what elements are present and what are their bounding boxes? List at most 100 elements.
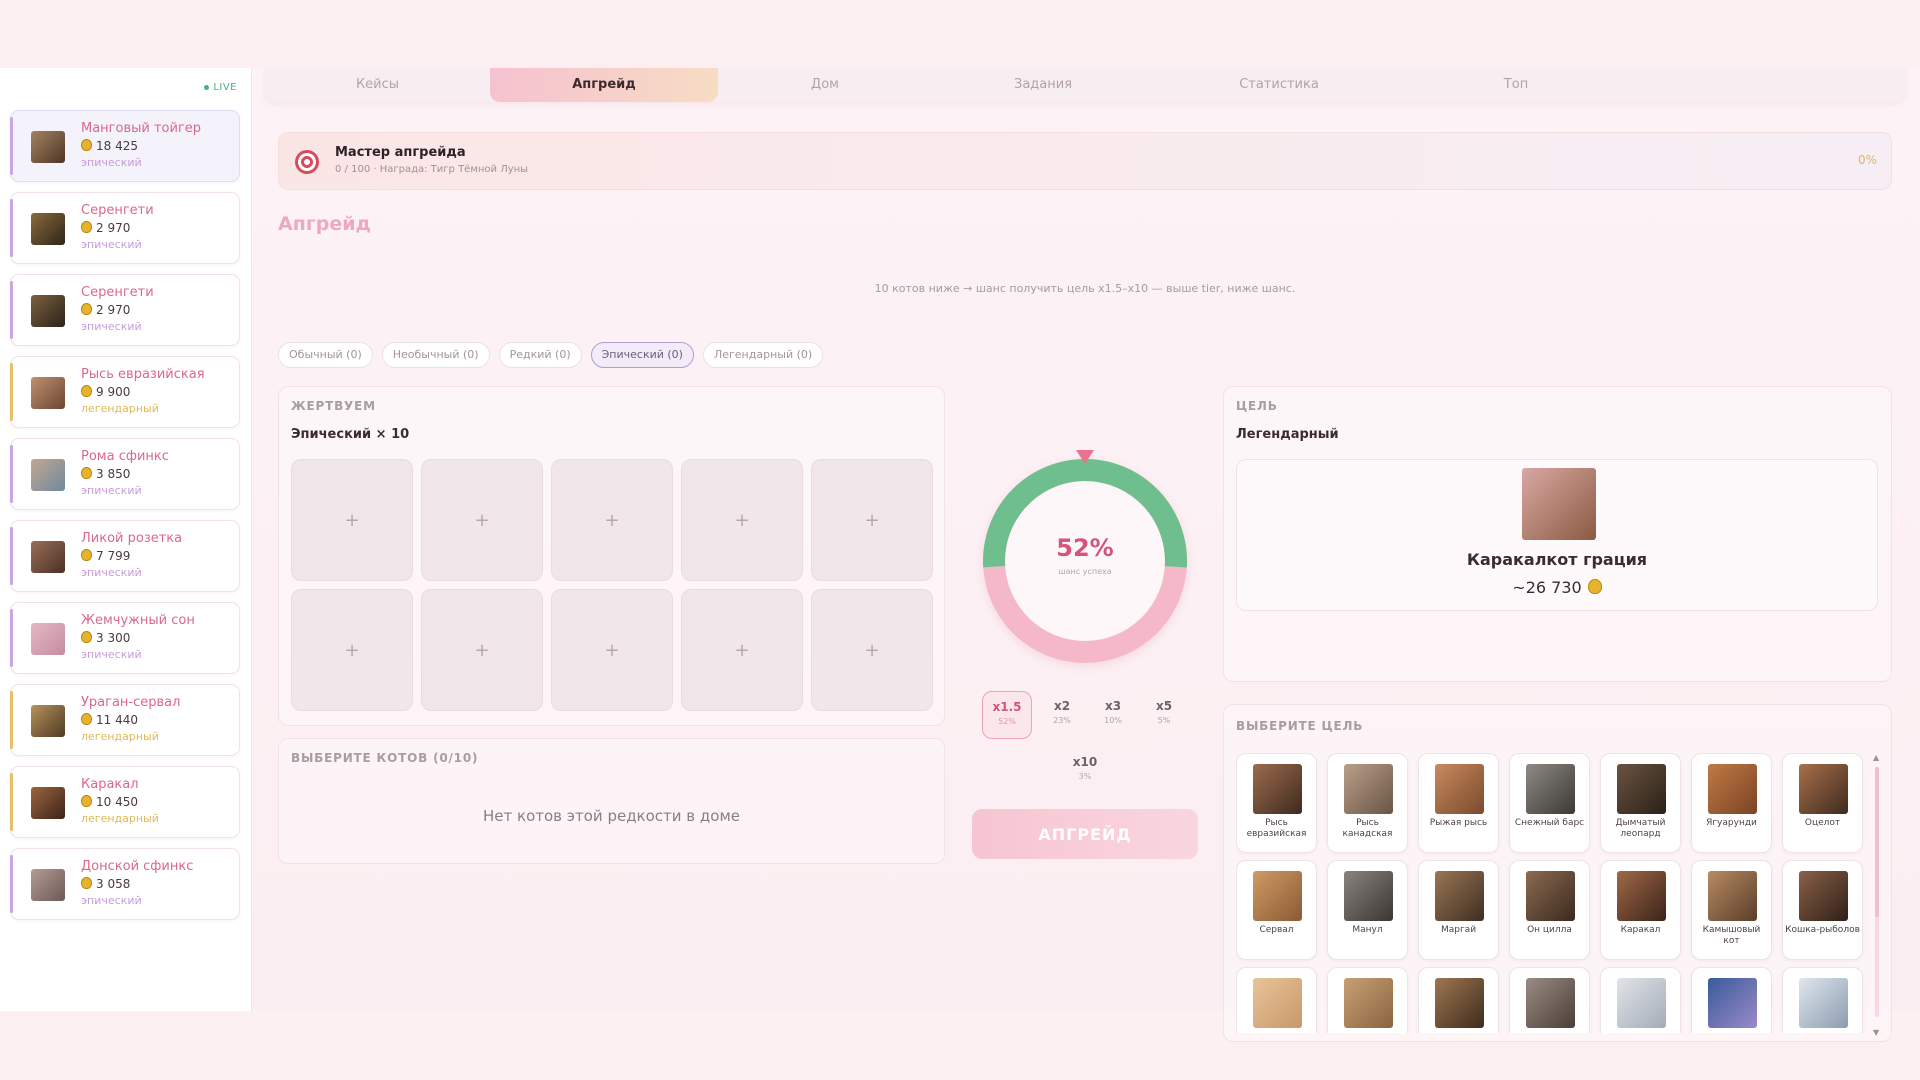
target-cat-tile[interactable] — [1691, 967, 1772, 1033]
target-cat-tile[interactable]: Рысь канадская — [1327, 753, 1408, 853]
feed-item-thumbnail — [31, 623, 65, 655]
multiplier-option[interactable]: x10 3% — [1060, 747, 1110, 795]
sacrifice-slot[interactable]: + — [681, 459, 803, 581]
feed-item[interactable]: Рома сфинкс 3 850 эпический — [10, 438, 240, 510]
multiplier-label: x10 — [1072, 755, 1098, 769]
target-cat-tile[interactable]: Каракал — [1600, 860, 1681, 960]
target-cat-tile[interactable]: Манул — [1327, 860, 1408, 960]
target-cat-image — [1526, 764, 1575, 814]
banner-title: Мастер апгрейда — [335, 145, 466, 160]
feed-item-price-value: 2 970 — [96, 221, 131, 235]
feed-item[interactable]: Рысь евразийская 9 900 легендарный — [10, 356, 240, 428]
target-cat-tile[interactable]: Оцелот — [1782, 753, 1863, 853]
rarity-chip[interactable]: Обычный (0) — [278, 342, 373, 368]
tab-3[interactable]: Задания — [932, 68, 1154, 102]
target-cat-image — [1435, 871, 1484, 921]
target-cat-tile[interactable]: Кошка-рыболов — [1782, 860, 1863, 960]
target-cat-name: Дымчатый леопард — [1615, 818, 1666, 839]
target-cat-image — [1799, 871, 1848, 921]
coin-icon — [81, 877, 92, 889]
coin-icon — [81, 467, 92, 479]
tab-0[interactable]: Кейсы — [265, 68, 490, 102]
target-cat-name: Камышовый кот — [1702, 925, 1761, 946]
rarity-chip[interactable]: Необычный (0) — [381, 342, 490, 368]
upgrade-button[interactable]: АПГРЕЙД — [972, 809, 1198, 859]
feed-item-price: 7 799 — [81, 547, 229, 565]
tab-1[interactable]: Апгрейд — [490, 68, 718, 102]
sacrifice-slot[interactable]: + — [551, 589, 673, 711]
target-cat-image — [1522, 468, 1596, 540]
multiplier-option[interactable]: x3 10% — [1088, 691, 1138, 739]
target-cat-tile[interactable]: Рысь евразийская — [1236, 753, 1317, 853]
target-cat-tile[interactable]: Он цилла — [1509, 860, 1590, 960]
live-dot-icon — [204, 84, 210, 90]
feed-item-price: 18 425 — [81, 137, 229, 155]
target-cat-image — [1435, 978, 1484, 1028]
sacrifice-slot[interactable]: + — [811, 459, 933, 581]
sacrifice-slot[interactable]: + — [551, 459, 673, 581]
target-cat-image — [1799, 978, 1848, 1028]
target-cat-tile[interactable]: Рыжая рысь — [1418, 753, 1499, 853]
target-card[interactable]: Каракалкот грация ~26 730 — [1236, 459, 1878, 611]
rarity-chip[interactable]: Легендарный (0) — [702, 342, 824, 368]
feed-item[interactable]: Серенгети 2 970 эпический — [10, 274, 240, 346]
target-cat-tile[interactable]: Маргай — [1418, 860, 1499, 960]
tab-4[interactable]: Статистика — [1154, 68, 1404, 102]
feed-item-price: 11 440 — [81, 711, 229, 729]
feed-item[interactable]: Манговый тойгер 18 425 эпический — [10, 110, 240, 182]
scroll-down-icon[interactable]: ▼ — [1873, 1028, 1879, 1037]
feed-item[interactable]: Жемчужный сон 3 300 эпический — [10, 602, 240, 674]
scroll-thumb[interactable] — [1875, 767, 1879, 917]
target-cat-tile[interactable] — [1327, 967, 1408, 1033]
feed-item-thumbnail — [31, 213, 65, 245]
scroll-up-icon[interactable]: ▲ — [1873, 753, 1879, 762]
target-cat-tile[interactable] — [1236, 967, 1317, 1033]
feed-item-price-value: 7 799 — [96, 549, 131, 563]
target-panel: ЦЕЛЬ Легендарный Каракалкот грация ~26 7… — [1223, 386, 1892, 682]
target-cat-image — [1253, 978, 1302, 1028]
sacrifice-slot[interactable]: + — [681, 589, 803, 711]
sacrifice-panel: ЖЕРТВУЕМ Эпический × 10 + + + + + + + + + + — [278, 386, 945, 726]
sacrifice-slot[interactable]: + — [291, 459, 413, 581]
feed-item[interactable]: Каракал 10 450 легендарный — [10, 766, 240, 838]
tab-5[interactable]: Топ — [1404, 68, 1628, 102]
multiplier-label: x2 — [1053, 699, 1071, 713]
rarity-chip[interactable]: Эпический (0) — [590, 342, 694, 368]
feed-item-price: 2 970 — [81, 301, 229, 319]
sacrifice-slot[interactable]: + — [421, 589, 543, 711]
rarity-chip[interactable]: Редкий (0) — [498, 342, 582, 368]
target-cat-tile[interactable]: Сервал — [1236, 860, 1317, 960]
target-cat-tile[interactable] — [1782, 967, 1863, 1033]
upgrade-hint: 10 котов ниже → шанс получить цель x1.5–… — [874, 282, 1296, 295]
target-cat-tile[interactable]: Дымчатый леопард — [1600, 753, 1681, 853]
target-cat-tile[interactable]: Ягуарунди — [1691, 753, 1772, 853]
feed-item[interactable]: Ликой розетка 7 799 эпический — [10, 520, 240, 592]
feed-item[interactable]: Серенгети 2 970 эпический — [10, 192, 240, 264]
plus-icon: + — [604, 509, 620, 531]
coin-icon — [81, 713, 92, 725]
target-cat-tile[interactable]: Камышовый кот — [1691, 860, 1772, 960]
feed-item-name: Донской сфинкс — [81, 859, 194, 874]
feed-item-rarity: легендарный — [81, 730, 159, 743]
target-grid-scrollbar[interactable]: ▲ ▼ — [1873, 753, 1881, 1037]
target-cat-tile[interactable] — [1600, 967, 1681, 1033]
sacrifice-slot[interactable]: + — [811, 589, 933, 711]
target-cat-tile[interactable] — [1509, 967, 1590, 1033]
multiplier-chance: 3% — [1078, 772, 1092, 781]
sacrifice-slot[interactable]: + — [421, 459, 543, 581]
feed-item[interactable]: Ураган-сервал 11 440 легендарный — [10, 684, 240, 756]
feed-item-thumbnail — [31, 459, 65, 491]
multiplier-option[interactable]: x5 5% — [1139, 691, 1189, 739]
tab-2[interactable]: Дом — [718, 68, 932, 102]
multiplier-option[interactable]: x2 23% — [1037, 691, 1087, 739]
target-cat-image — [1708, 764, 1757, 814]
target-cat-tile[interactable] — [1418, 967, 1499, 1033]
feed-item[interactable]: Донской сфинкс 3 058 эпический — [10, 848, 240, 920]
sacrifice-slot[interactable]: + — [291, 589, 413, 711]
multiplier-option[interactable]: x1.5 52% — [982, 691, 1032, 739]
app-root: LIVE Манговый тойгер 18 425 эпический Серен… — [0, 68, 1920, 1042]
target-cat-tile[interactable]: Снежный барс — [1509, 753, 1590, 853]
feed-item-name: Рома сфинкс — [81, 449, 169, 464]
master-upgrade-banner: Мастер апгрейда 0 / 100 · Награда: Тигр … — [278, 132, 1892, 190]
feed-item-rarity: эпический — [81, 894, 142, 907]
